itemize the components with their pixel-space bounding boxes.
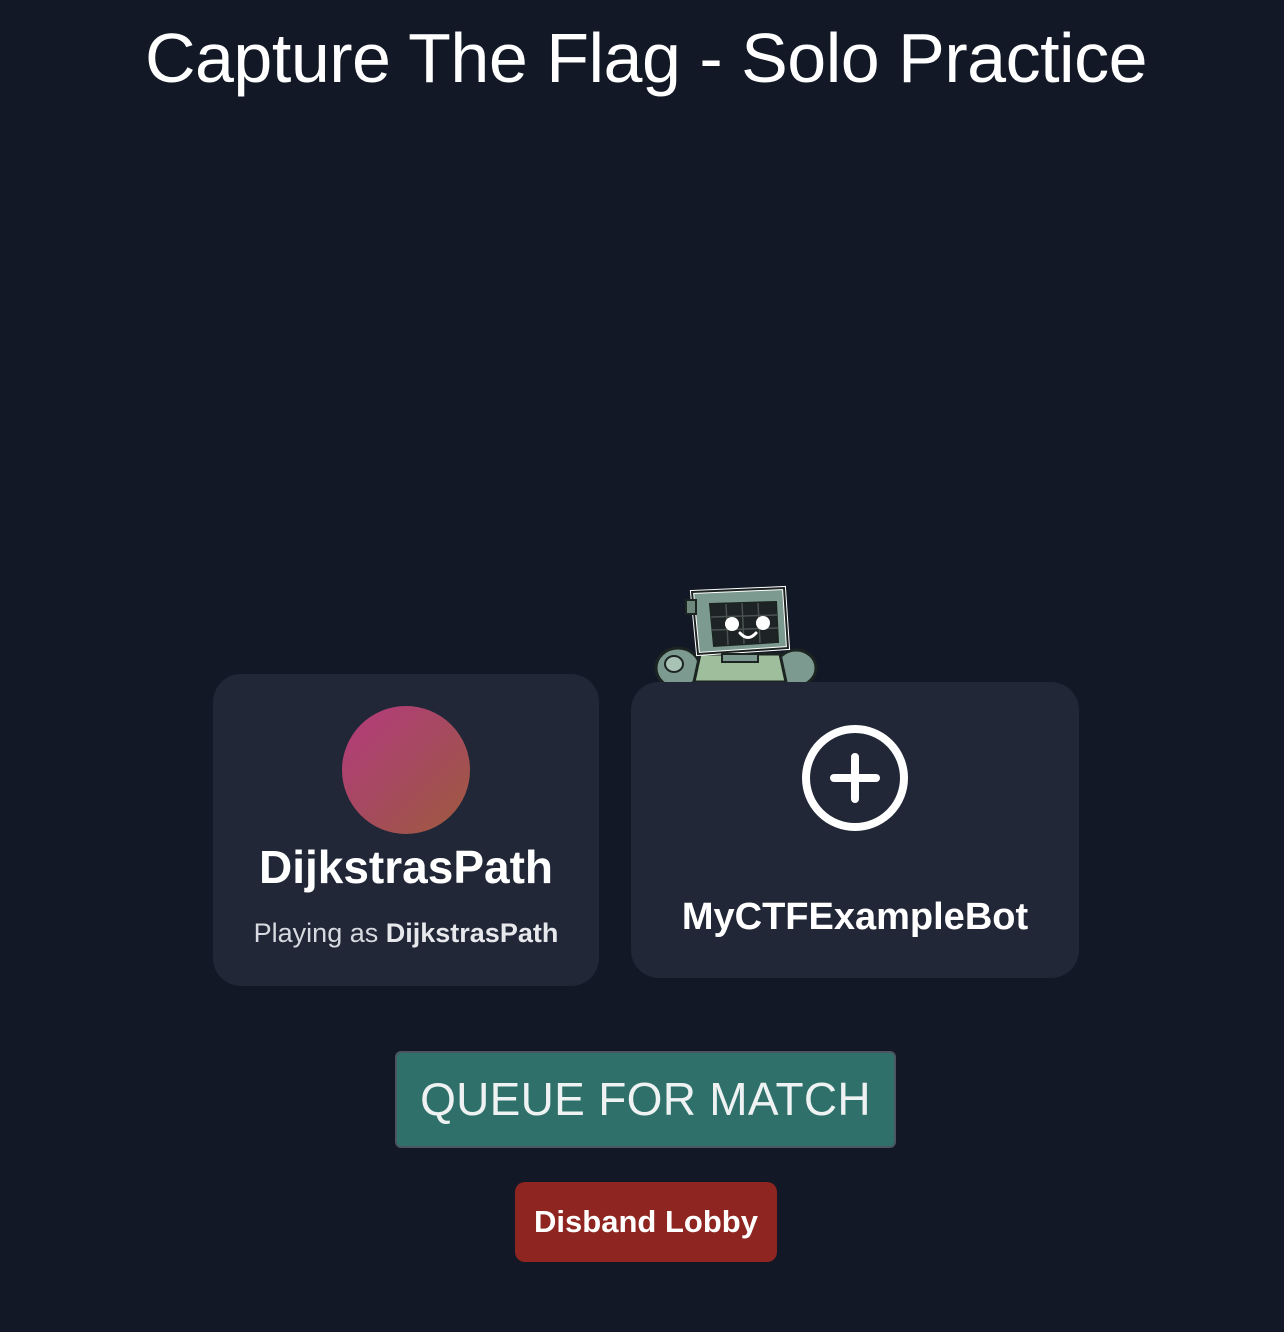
disband-lobby-button[interactable]: Disband Lobby [515, 1182, 777, 1262]
bot-name: MyCTFExampleBot [681, 896, 1029, 938]
plus-circle-icon[interactable] [801, 724, 909, 832]
player-card: DijkstrasPath Playing as DijkstrasPath [213, 674, 599, 986]
avatar [342, 706, 470, 834]
playing-as-name: DijkstrasPath [385, 918, 559, 948]
playing-as-prefix: Playing as [253, 918, 379, 948]
player-name: DijkstrasPath [258, 841, 553, 893]
bot-card[interactable]: MyCTFExampleBot [631, 682, 1079, 978]
practice-lobby-page: Capture The Flag - Solo Practice Dijkstr… [0, 0, 1284, 1332]
queue-for-match-button[interactable]: QUEUE FOR MATCH [395, 1051, 896, 1148]
page-title: Capture The Flag - Solo Practice [144, 19, 1148, 97]
robot-mascot-icon [654, 585, 818, 682]
playing-as-text: Playing as DijkstrasPath [213, 918, 599, 949]
